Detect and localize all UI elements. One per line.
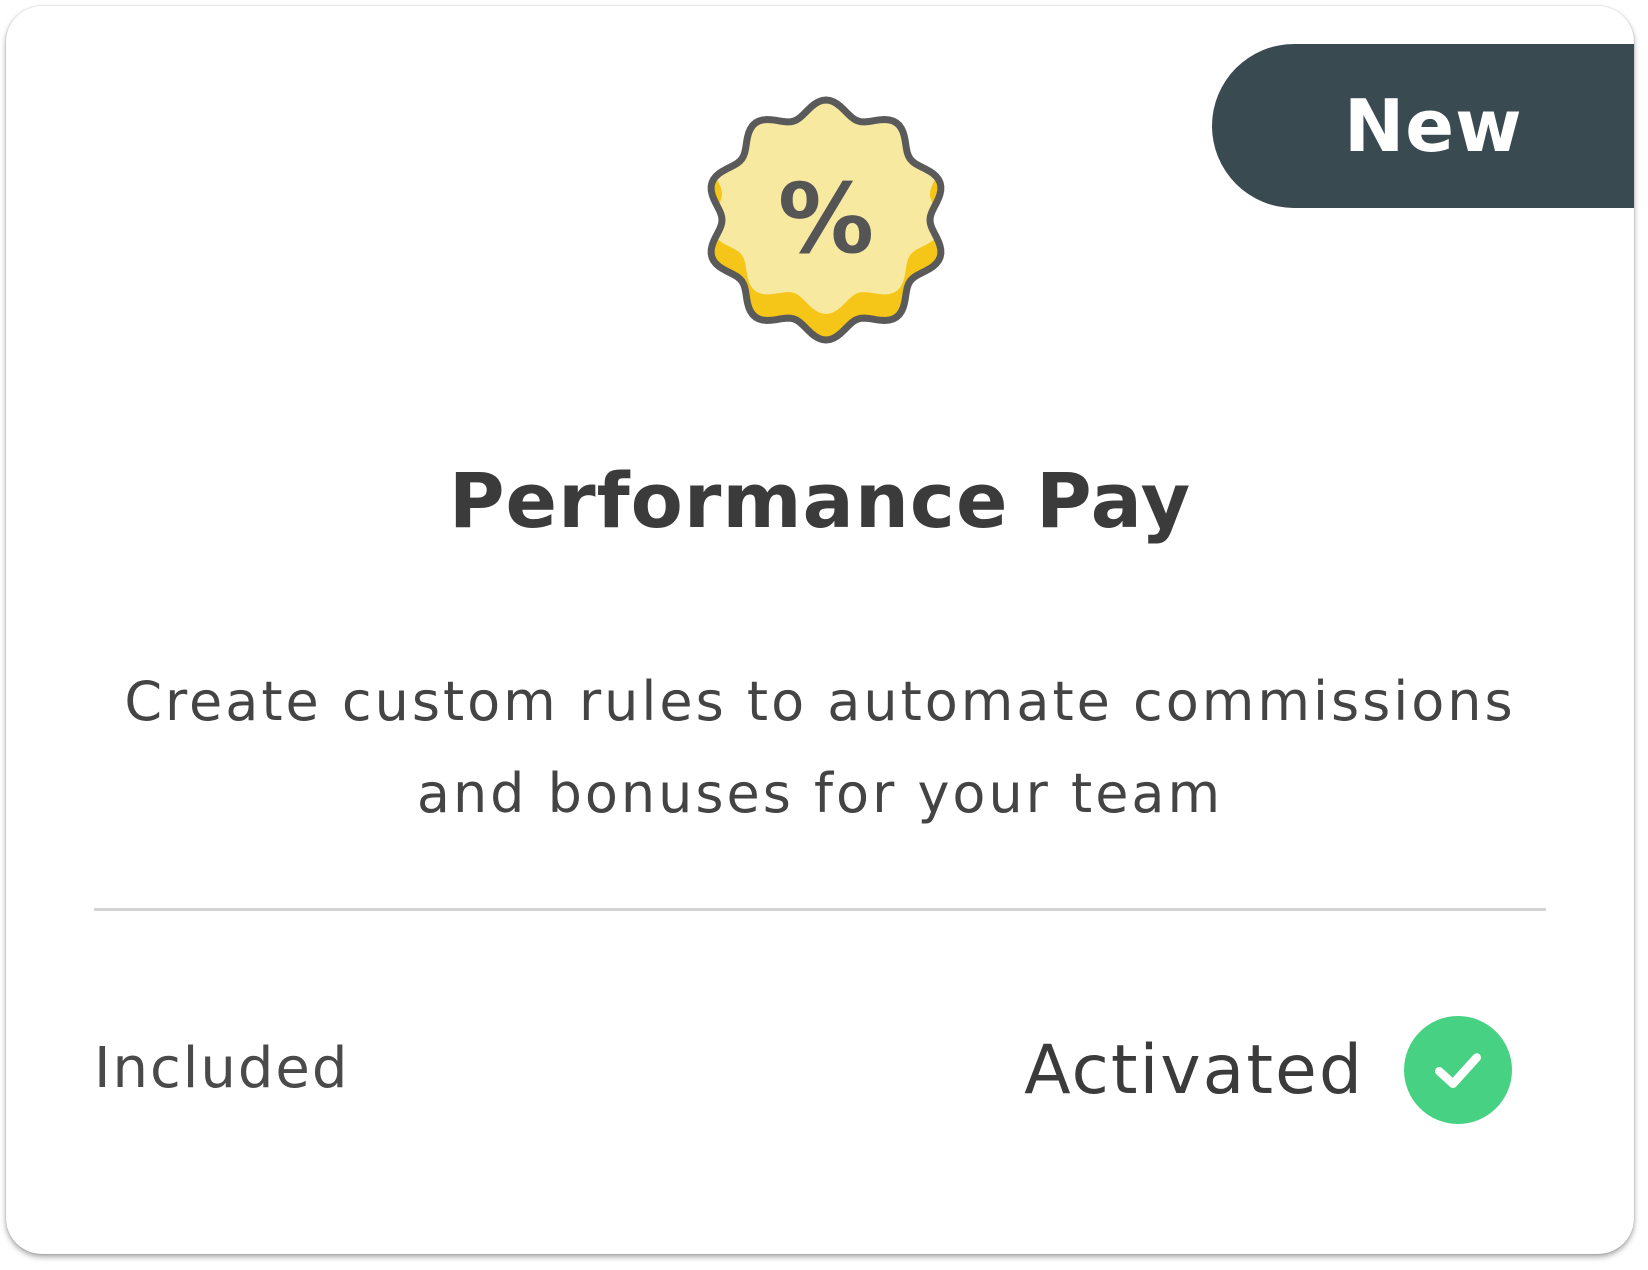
status-label: Activated xyxy=(1024,1030,1364,1110)
divider xyxy=(94,908,1546,911)
percent-badge-icon: % xyxy=(694,86,958,362)
percent-glyph: % xyxy=(778,163,874,275)
check-circle-icon xyxy=(1404,1016,1512,1124)
status-indicator: Activated xyxy=(1024,1016,1512,1124)
feature-description: Create custom rules to automate commissi… xyxy=(124,670,1516,825)
feature-card[interactable]: New % Performance Pay Create custom rule… xyxy=(6,6,1634,1254)
feature-title: Performance Pay xyxy=(448,456,1192,545)
plan-label: Included xyxy=(94,1036,350,1101)
new-badge: New xyxy=(1212,44,1634,208)
new-badge-label: New xyxy=(1344,84,1523,168)
